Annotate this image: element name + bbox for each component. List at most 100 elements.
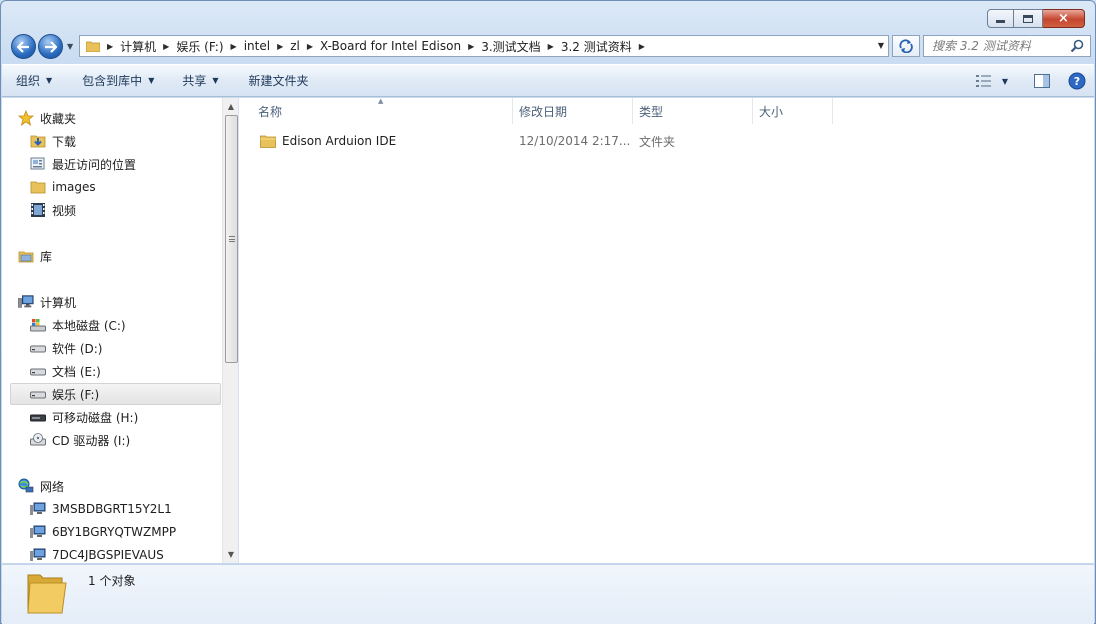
breadcrumb-separator-icon[interactable]: ▶ xyxy=(468,42,474,51)
table-row[interactable]: Edison Arduion IDE 12/10/2014 2:17... 文件… xyxy=(240,130,840,152)
folder-icon xyxy=(27,574,67,614)
column-header-label: 名称 xyxy=(258,104,283,119)
help-icon: ? xyxy=(1068,72,1086,90)
breadcrumb-separator-icon[interactable]: ▶ xyxy=(163,42,169,51)
hard-drive-icon xyxy=(30,340,46,356)
view-controls: ▼ ? xyxy=(964,69,1086,93)
column-header-label: 大小 xyxy=(759,104,784,119)
minimize-icon xyxy=(996,20,1005,23)
nav-label: 本地磁盘 (C:) xyxy=(52,318,126,333)
breadcrumb-item-intel[interactable]: intel xyxy=(244,39,270,53)
nav-images[interactable]: images xyxy=(30,176,238,198)
column-header-size[interactable]: 大小 xyxy=(753,98,833,124)
breadcrumb-separator-icon[interactable]: ▶ xyxy=(231,42,237,51)
breadcrumb-item-test-materials[interactable]: 3.2 测试资料 xyxy=(561,38,632,55)
scroll-up-icon[interactable]: ▲ xyxy=(223,98,238,115)
refresh-icon xyxy=(899,39,913,53)
column-header-type[interactable]: 类型 xyxy=(633,98,753,124)
breadcrumb-item-drive-f[interactable]: 娱乐 (F:) xyxy=(176,38,223,55)
nav-network-host[interactable]: 3MSBDBGRT15Y2L1 xyxy=(30,498,238,520)
refresh-button[interactable] xyxy=(892,35,920,57)
include-in-library-menu[interactable]: 包含到库中 ▼ xyxy=(66,69,168,93)
new-folder-label: 新建文件夹 xyxy=(248,74,309,88)
nav-label: 视频 xyxy=(52,203,77,218)
nav-label: 3MSBDBGRT15Y2L1 xyxy=(52,502,172,516)
scroll-down-icon[interactable]: ▼ xyxy=(223,546,238,563)
nav-label: CD 驱动器 (I:) xyxy=(52,433,131,448)
column-header-date[interactable]: 修改日期 xyxy=(513,98,633,124)
nav-drive-f[interactable]: 娱乐 (F:) xyxy=(10,383,221,405)
recent-places-icon xyxy=(30,156,46,172)
details-pane: 1 个对象 xyxy=(2,564,1094,624)
address-bar[interactable]: ▶ 计算机 ▶ 娱乐 (F:) ▶ intel ▶ zl ▶ X-Board f… xyxy=(79,35,889,57)
change-view-button[interactable] xyxy=(975,75,992,87)
nav-drive-i[interactable]: CD 驱动器 (I:) xyxy=(30,429,238,451)
hard-drive-icon xyxy=(30,363,46,379)
column-header-name[interactable]: ▲ 名称 xyxy=(240,97,513,124)
nav-network-host[interactable]: 6BY1BGRYQTWZMPP xyxy=(30,521,238,543)
nav-favorites[interactable]: 收藏夹 xyxy=(18,107,228,129)
breadcrumb-item-zl[interactable]: zl xyxy=(290,39,300,53)
view-options-dropdown[interactable]: ▼ xyxy=(1002,77,1008,86)
nav-computer[interactable]: 计算机 xyxy=(18,291,228,313)
chevron-down-icon: ▼ xyxy=(1001,76,1008,86)
search-icon[interactable] xyxy=(1070,39,1084,53)
nav-drive-d[interactable]: 软件 (D:) xyxy=(30,337,238,359)
search-box[interactable] xyxy=(923,35,1091,57)
navigation-row: ▼ ▶ 计算机 ▶ 娱乐 (F:) ▶ intel ▶ zl ▶ X-Board… xyxy=(9,33,1091,59)
new-folder-button[interactable]: 新建文件夹 xyxy=(233,69,323,93)
close-button[interactable]: × xyxy=(1043,9,1085,28)
network-computer-icon xyxy=(30,501,46,517)
nav-drive-e[interactable]: 文档 (E:) xyxy=(30,360,238,382)
breadcrumb: ▶ 计算机 ▶ 娱乐 (F:) ▶ intel ▶ zl ▶ X-Board f… xyxy=(100,38,652,55)
breadcrumb-item-computer[interactable]: 计算机 xyxy=(120,38,156,55)
preview-pane-button[interactable] xyxy=(1034,74,1050,88)
system-drive-icon xyxy=(30,317,46,333)
breadcrumb-item-test-docs[interactable]: 3.测试文档 xyxy=(481,38,540,55)
nav-label: 最近访问的位置 xyxy=(52,157,137,172)
column-headers: ▲ 名称 修改日期 类型 大小 xyxy=(240,97,1094,124)
recent-pages-dropdown[interactable]: ▼ xyxy=(67,42,73,51)
breadcrumb-separator-icon[interactable]: ▶ xyxy=(307,42,313,51)
help-button[interactable]: ? xyxy=(1068,72,1086,90)
nav-label: images xyxy=(52,180,96,194)
nav-drive-h[interactable]: 可移动磁盘 (H:) xyxy=(30,406,238,428)
chevron-down-icon: ▼ xyxy=(148,76,155,85)
share-menu[interactable]: 共享 ▼ xyxy=(168,69,232,93)
minimize-button[interactable] xyxy=(987,9,1014,28)
scrollbar-thumb[interactable] xyxy=(225,115,238,363)
caption-buttons: × xyxy=(987,9,1085,28)
nav-libraries[interactable]: 库 xyxy=(18,245,228,267)
file-name-cell: Edison Arduion IDE xyxy=(240,134,512,148)
breadcrumb-separator-icon[interactable]: ▶ xyxy=(107,42,113,51)
arrow-right-icon xyxy=(45,40,57,53)
nav-network[interactable]: 网络 xyxy=(18,475,228,497)
close-icon: × xyxy=(1058,11,1069,26)
breadcrumb-separator-icon[interactable]: ▶ xyxy=(277,42,283,51)
nav-label: 网络 xyxy=(40,479,65,494)
file-modified: 12/10/2014 2:17... xyxy=(519,134,631,148)
breadcrumb-separator-icon[interactable]: ▶ xyxy=(548,42,554,51)
navigation-scrollbar[interactable]: ▲ ▼ xyxy=(222,98,238,563)
computer-icon xyxy=(18,294,34,310)
organize-menu[interactable]: 组织 ▼ xyxy=(2,69,66,93)
search-input[interactable] xyxy=(932,39,1072,53)
nav-downloads[interactable]: 下载 xyxy=(30,130,238,152)
nav-recent-places[interactable]: 最近访问的位置 xyxy=(30,153,238,175)
forward-button[interactable] xyxy=(38,34,63,59)
address-history-dropdown[interactable]: ▼ xyxy=(878,41,884,50)
nav-drive-c[interactable]: 本地磁盘 (C:) xyxy=(30,314,238,336)
folder-icon xyxy=(260,135,276,148)
back-button[interactable] xyxy=(11,34,36,59)
star-icon xyxy=(18,110,34,126)
nav-videos[interactable]: 视频 xyxy=(30,199,238,221)
network-computer-icon xyxy=(30,547,46,563)
share-label: 共享 xyxy=(182,74,207,88)
nav-network-host[interactable]: 7DC4JBGSPIEVAUS xyxy=(30,544,238,563)
breadcrumb-item-xboard[interactable]: X-Board for Intel Edison xyxy=(320,39,461,53)
arrow-left-icon xyxy=(17,40,29,53)
organize-label: 组织 xyxy=(16,74,41,88)
file-name: Edison Arduion IDE xyxy=(282,134,397,148)
maximize-button[interactable] xyxy=(1014,9,1043,28)
breadcrumb-separator-icon[interactable]: ▶ xyxy=(639,42,645,51)
